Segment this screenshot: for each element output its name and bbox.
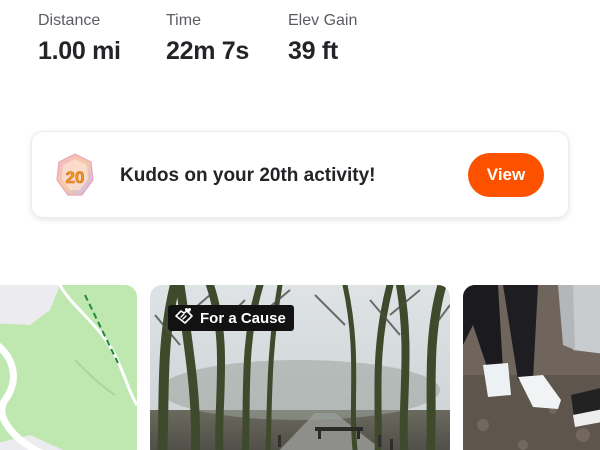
view-button[interactable]: View — [468, 153, 544, 197]
activity-detail-page: Distance 1.00 mi Time 22m 7s Elev Gain 3… — [0, 0, 600, 450]
stat-time-label: Time — [166, 12, 201, 29]
stat-distance: Distance 1.00 mi — [38, 12, 121, 65]
route-map-thumbnail[interactable] — [0, 285, 137, 450]
kudos-message: Kudos on your 20th activity! — [120, 165, 376, 186]
kudos-card: 20 Kudos on your 20th activity! View — [31, 131, 569, 218]
stat-elev-gain: Elev Gain 39 ft — [288, 12, 357, 65]
stat-distance-label: Distance — [38, 12, 101, 29]
stat-time: Time 22m 7s — [166, 12, 249, 65]
for-a-cause-tag: For a Cause — [168, 305, 294, 331]
stat-distance-value: 1.00 mi — [38, 37, 121, 65]
handshake-heart-icon — [174, 307, 194, 329]
stat-time-value: 22m 7s — [166, 37, 249, 65]
badge-number: 20 — [66, 168, 85, 187]
stat-elev-gain-value: 39 ft — [288, 37, 338, 65]
for-a-cause-label: For a Cause — [200, 309, 286, 327]
milestone-badge-icon: 20 — [54, 152, 96, 198]
activity-photo-walkers[interactable] — [463, 285, 600, 450]
stat-elev-gain-label: Elev Gain — [288, 12, 358, 29]
